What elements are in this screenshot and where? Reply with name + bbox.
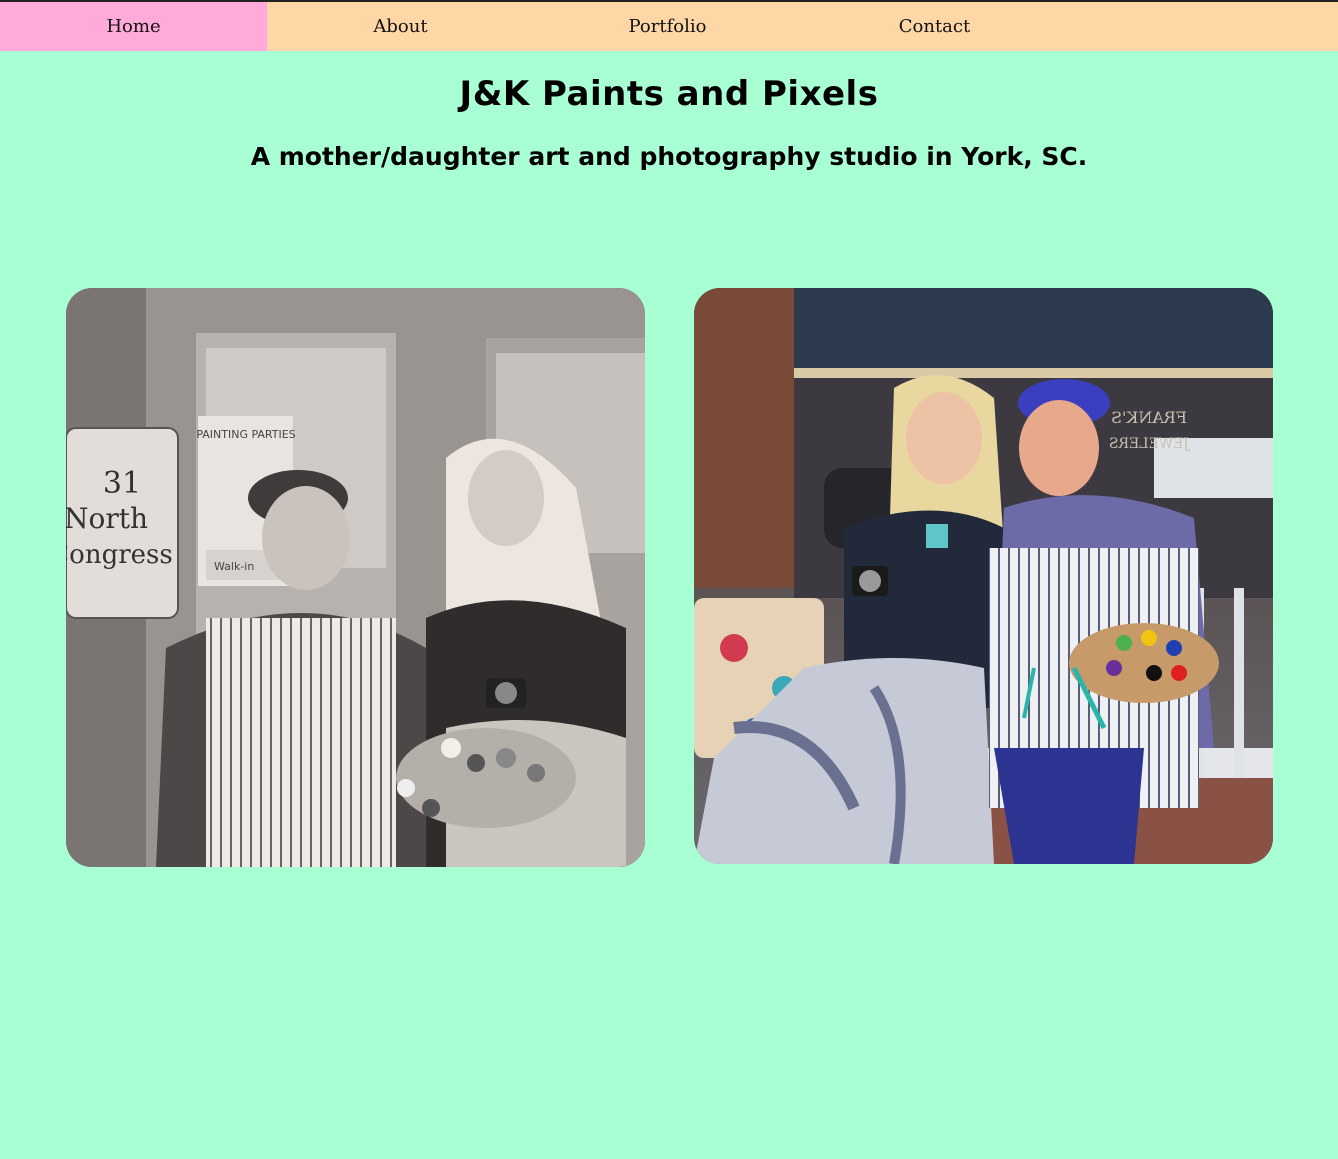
poster-title: PAINTING PARTIES: [196, 428, 295, 441]
site-title: J&K Paints and Pixels: [459, 74, 879, 114]
poster-footer: Walk-in: [214, 560, 254, 573]
nav-item-home[interactable]: Home: [0, 2, 267, 51]
nav-item-portfolio[interactable]: Portfolio: [534, 2, 801, 51]
main-nav: Home About Portfolio Contact: [0, 2, 1338, 51]
site-subtitle: A mother/daughter art and photography st…: [250, 142, 1088, 171]
window-text1: FRANK'S: [1111, 408, 1187, 427]
photo-mother-daughter-bw: 31 North Congress PAINTING PARTIES Walk-…: [66, 288, 645, 867]
sign-line2: North: [66, 502, 148, 535]
window-text2: JEWELERS: [1109, 436, 1191, 452]
sign-line3: Congress: [66, 540, 173, 570]
nav-item-contact[interactable]: Contact: [801, 2, 1068, 51]
nav-item-about[interactable]: About: [267, 2, 534, 51]
sign-line1: 31: [103, 466, 141, 501]
photo-mother-daughter-color: FRANK'S JEWELERS: [694, 288, 1273, 864]
